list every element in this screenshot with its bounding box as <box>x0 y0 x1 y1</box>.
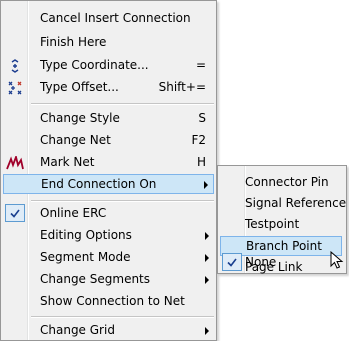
menu-item-end-connection-on[interactable]: End Connection On <box>3 174 214 194</box>
offset-icon <box>3 78 27 97</box>
checkmark-icon <box>5 204 25 222</box>
menu-item-label: Change Segments <box>40 272 151 286</box>
menu-item-shortcut: S <box>198 111 206 125</box>
menu-item-label: Editing Options <box>40 228 132 242</box>
menu-item-label: Segment Mode <box>40 250 131 264</box>
submenu-item-none[interactable]: None <box>220 253 344 272</box>
menu-item-label: Change Style <box>40 111 120 125</box>
menu-item-label: Signal Reference <box>245 196 347 210</box>
menu-item-label: Connector Pin <box>245 175 329 189</box>
submenu-arrow-icon <box>205 327 209 335</box>
mouse-pointer-icon <box>330 251 344 269</box>
menu-item-show-connection-to-net[interactable]: Show Connection to Net <box>3 292 214 311</box>
menu-item-label: None <box>245 255 277 269</box>
mark-net-icon <box>3 153 27 172</box>
coordinate-icon <box>3 56 27 75</box>
menu-item-shortcut: H <box>196 155 206 169</box>
menu-separator <box>31 200 214 201</box>
menu-item-label: Online ERC <box>40 206 107 220</box>
submenu-item-signal-reference[interactable]: Signal Reference <box>220 194 347 213</box>
context-menu: Cancel Insert Connection Finish Here Typ… <box>0 0 217 341</box>
submenu-arrow-icon <box>204 181 208 189</box>
menu-item-label: Mark Net <box>40 155 95 169</box>
menu-item-change-grid[interactable]: Change Grid <box>3 321 214 340</box>
menu-item-change-net[interactable]: Change Net F2 <box>3 131 214 150</box>
menu-item-label: Testpoint <box>245 217 300 231</box>
menu-item-label: Branch Point <box>246 239 322 253</box>
menu-item-label: Type Coordinate... <box>40 58 149 72</box>
menu-item-label: Show Connection to Net <box>40 294 185 308</box>
menu-item-mark-net[interactable]: Mark Net H <box>3 153 214 172</box>
menu-separator <box>31 103 214 104</box>
submenu-item-connector-pin[interactable]: Connector Pin <box>220 173 344 192</box>
menu-item-online-erc[interactable]: Online ERC <box>3 204 214 223</box>
menu-item-shortcut: = <box>195 58 206 72</box>
menu-item-editing-options[interactable]: Editing Options <box>3 226 214 245</box>
submenu-arrow-icon <box>205 254 209 262</box>
checkmark-icon <box>222 253 242 271</box>
menu-item-finish-here[interactable]: Finish Here <box>3 33 214 52</box>
menu-item-change-style[interactable]: Change Style S <box>3 109 214 128</box>
menu-separator <box>31 316 214 317</box>
menu-item-segment-mode[interactable]: Segment Mode <box>3 248 214 267</box>
menu-item-label: Change Net <box>40 133 111 147</box>
menu-item-label: Type Offset... <box>40 80 119 94</box>
menu-item-cancel-insert-connection[interactable]: Cancel Insert Connection <box>3 9 214 28</box>
submenu-item-testpoint[interactable]: Testpoint <box>220 215 344 234</box>
menu-item-shortcut: Shift+= <box>158 80 206 94</box>
menu-item-label: Finish Here <box>40 35 107 49</box>
menu-item-type-coordinate[interactable]: Type Coordinate... = <box>3 56 214 75</box>
submenu-item-none-wrapper: None <box>217 253 347 274</box>
submenu-arrow-icon <box>205 276 209 284</box>
menu-item-label: Cancel Insert Connection <box>40 11 191 25</box>
menu-item-label: End Connection On <box>41 177 157 191</box>
menu-item-type-offset[interactable]: Type Offset... Shift+= <box>3 78 214 97</box>
menu-item-label: Change Grid <box>40 323 115 337</box>
submenu-arrow-icon <box>205 232 209 240</box>
menu-item-shortcut: F2 <box>191 133 206 147</box>
menu-item-change-segments[interactable]: Change Segments <box>3 270 214 289</box>
